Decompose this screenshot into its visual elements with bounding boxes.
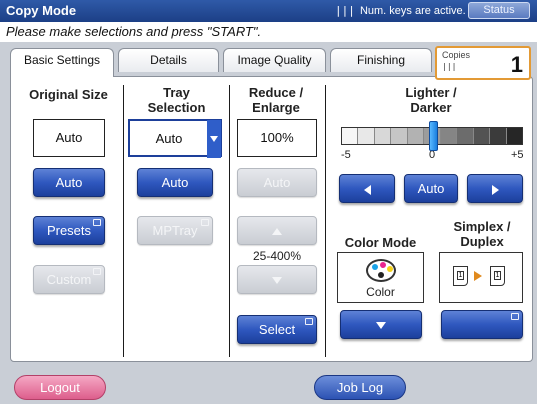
submenu-icon bbox=[93, 219, 101, 226]
column-divider bbox=[229, 85, 230, 357]
palette-dot bbox=[380, 262, 386, 268]
arrow-down-icon bbox=[376, 322, 386, 330]
submenu-icon bbox=[305, 318, 313, 325]
color-mode-heading: Color Mode bbox=[344, 235, 417, 250]
original-size-heading: Original Size bbox=[29, 87, 108, 102]
density-auto-button[interactable]: Auto bbox=[404, 174, 458, 203]
reduce-enlarge-heading: Reduce / Enlarge bbox=[233, 85, 319, 115]
density-segment bbox=[374, 128, 392, 144]
color-mode-value: Color bbox=[366, 285, 395, 299]
tray-selected-value: Auto bbox=[155, 131, 183, 146]
reduce-enlarge-value: 100% bbox=[237, 119, 317, 157]
title-bar: Copy Mode ||| Num. keys are active. Stat… bbox=[0, 0, 537, 22]
submenu-icon bbox=[93, 268, 101, 275]
density-slider-thumb[interactable] bbox=[429, 121, 438, 151]
original-size-auto-button[interactable]: Auto bbox=[33, 168, 105, 197]
tab-image-quality[interactable]: Image Quality bbox=[223, 48, 326, 72]
darker-button[interactable] bbox=[467, 174, 523, 203]
density-segment bbox=[391, 128, 408, 144]
density-segment bbox=[457, 128, 474, 144]
simplex-page-icon: 1 bbox=[490, 266, 505, 286]
color-mode-button[interactable] bbox=[340, 310, 422, 339]
mptray-label: MPTray bbox=[152, 223, 198, 238]
density-segment bbox=[440, 128, 458, 144]
tray-select-dropdown[interactable]: Auto bbox=[128, 119, 222, 158]
density-segment bbox=[407, 128, 425, 144]
tray-auto-button[interactable]: Auto bbox=[137, 168, 213, 197]
select-ratio-button[interactable]: Select bbox=[237, 315, 317, 344]
logout-button[interactable]: Logout bbox=[14, 375, 106, 400]
tab-basic-settings[interactable]: Basic Settings bbox=[10, 48, 114, 77]
simplex-page-icon: 1 bbox=[453, 266, 468, 286]
density-segment bbox=[473, 128, 491, 144]
zoom-up-button bbox=[237, 216, 317, 245]
tray-selection-heading-line1: Tray bbox=[163, 85, 190, 100]
custom-button: Custom bbox=[33, 265, 105, 294]
numkeys-text: Num. keys are active. bbox=[359, 5, 466, 17]
density-segment bbox=[490, 128, 507, 144]
density-min-label: -5 bbox=[341, 149, 351, 161]
color-palette-icon bbox=[366, 259, 396, 282]
numkeys-indicator: ||| Num. keys are active. bbox=[335, 4, 466, 17]
select-label: Select bbox=[258, 322, 296, 337]
copies-label: Copies bbox=[442, 50, 471, 60]
mptray-button: MPTray bbox=[137, 216, 213, 245]
copies-value: 1 bbox=[510, 52, 523, 77]
keypad-icon: ||| bbox=[442, 62, 457, 71]
lighter-darker-heading-line2: Darker bbox=[410, 100, 452, 115]
simplex-duplex-heading-line1: Simplex / bbox=[453, 219, 511, 234]
lighter-darker-heading-line1: Lighter / bbox=[405, 85, 457, 100]
dropdown-arrow-icon[interactable] bbox=[207, 120, 221, 158]
arrow-left-icon bbox=[363, 184, 371, 195]
window-title: Copy Mode bbox=[6, 3, 77, 18]
page-number: 1 bbox=[494, 271, 501, 280]
simplex-duplex-display: 1 1 bbox=[439, 252, 523, 303]
reduce-enlarge-auto-button: Auto bbox=[237, 168, 317, 197]
palette-dot bbox=[378, 272, 384, 278]
arrow-down-icon bbox=[272, 277, 282, 285]
custom-label: Custom bbox=[46, 272, 92, 287]
presets-label: Presets bbox=[46, 223, 92, 238]
simplex-duplex-button[interactable] bbox=[441, 310, 523, 339]
palette-dot bbox=[372, 264, 378, 270]
simplex-duplex-heading: Simplex / Duplex bbox=[439, 219, 525, 249]
status-button[interactable]: Status bbox=[468, 2, 530, 19]
density-max-label: +5 bbox=[511, 149, 524, 161]
reduce-enlarge-heading-line2: Enlarge bbox=[252, 100, 300, 115]
density-segment bbox=[506, 128, 522, 144]
tray-selection-heading-line2: Selection bbox=[147, 100, 206, 115]
zoom-down-button bbox=[237, 265, 317, 294]
presets-button[interactable]: Presets bbox=[33, 216, 105, 245]
reduce-enlarge-heading-line1: Reduce / bbox=[248, 85, 304, 100]
arrow-right-icon bbox=[491, 184, 499, 195]
palette-dot bbox=[387, 266, 393, 272]
submenu-icon bbox=[511, 313, 519, 320]
tab-details[interactable]: Details bbox=[118, 48, 219, 72]
arrow-right-icon bbox=[474, 271, 482, 281]
copies-counter[interactable]: Copies ||| 1 bbox=[435, 46, 531, 80]
lighter-button[interactable] bbox=[339, 174, 395, 203]
job-log-button[interactable]: Job Log bbox=[314, 375, 406, 400]
color-mode-display: Color bbox=[337, 252, 424, 303]
density-segment bbox=[358, 128, 375, 144]
basic-settings-panel: Original Size Auto Auto Presets Custom T… bbox=[10, 76, 533, 362]
instruction-text: Please make selections and press "START"… bbox=[0, 22, 537, 42]
tab-finishing[interactable]: Finishing bbox=[330, 48, 432, 72]
original-size-value: Auto bbox=[33, 119, 105, 157]
tray-selection-heading: Tray Selection bbox=[129, 85, 224, 115]
lighter-darker-heading: Lighter / Darker bbox=[356, 85, 506, 115]
submenu-icon bbox=[201, 219, 209, 226]
simplex-duplex-heading-line2: Duplex bbox=[460, 234, 504, 249]
column-divider bbox=[123, 85, 124, 357]
keypad-icon: ||| bbox=[335, 4, 355, 17]
zoom-range-label: 25-400% bbox=[252, 249, 302, 263]
density-segment bbox=[342, 128, 359, 144]
page-number: 1 bbox=[457, 271, 464, 280]
column-divider bbox=[325, 85, 326, 357]
arrow-up-icon bbox=[272, 228, 282, 236]
